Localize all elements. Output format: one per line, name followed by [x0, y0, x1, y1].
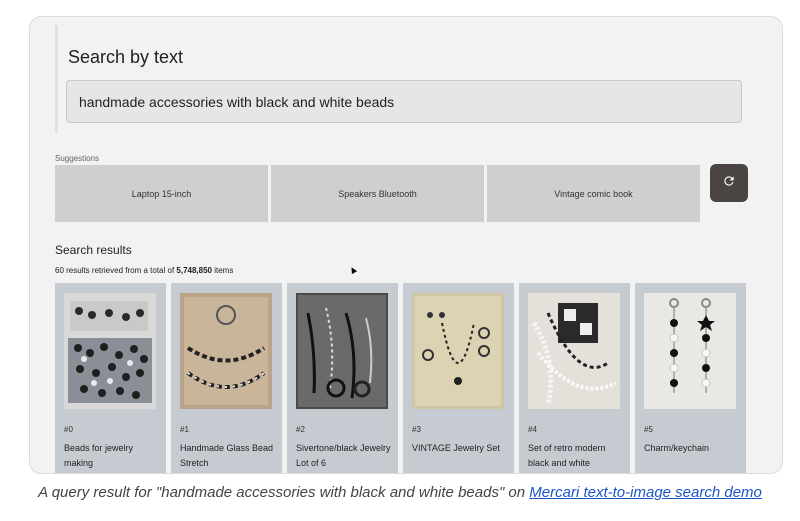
- result-card[interactable]: #0 Beads for jewelry making: [55, 283, 166, 473]
- result-title: Sivertone/black Jewelry Lot of 6: [296, 443, 391, 468]
- result-title: VINTAGE Jewelry Set: [412, 443, 500, 453]
- product-image: [412, 293, 504, 409]
- demo-frame: Search by text handmade accessories with…: [29, 16, 783, 474]
- demo-link[interactable]: Mercari text-to-image search demo: [529, 484, 762, 501]
- result-rank: #5: [644, 425, 653, 434]
- refresh-icon: [722, 174, 736, 193]
- product-image: [64, 293, 156, 409]
- figure-caption: A query result for "handmade accessories…: [0, 482, 800, 504]
- suggestion-button-speakers[interactable]: Speakers Bluetooth: [271, 165, 484, 222]
- results-count: 60 results retrieved from a total of 5,7…: [55, 266, 234, 275]
- mouse-cursor-icon: [348, 265, 358, 275]
- result-card[interactable]: #3 VINTAGE Jewelry Set: [403, 283, 514, 473]
- result-card[interactable]: #5 Charm/keychain: [635, 283, 746, 473]
- product-image: [644, 293, 736, 409]
- refresh-suggestions-button[interactable]: [710, 164, 748, 202]
- product-image: [180, 293, 272, 409]
- suggestions-label: Suggestions: [55, 154, 100, 163]
- result-rank: #2: [296, 425, 305, 434]
- result-rank: #3: [412, 425, 421, 434]
- result-rank: #0: [64, 425, 73, 434]
- product-image: [528, 293, 620, 409]
- result-rank: #4: [528, 425, 537, 434]
- suggestion-button-laptop[interactable]: Laptop 15-inch: [55, 165, 268, 222]
- results-title: Search results: [55, 243, 132, 257]
- search-panel: Search by text handmade accessories with…: [55, 25, 760, 133]
- result-title: Charm/keychain: [644, 443, 710, 453]
- caption-text: A query result for "handmade accessories…: [38, 484, 526, 501]
- suggestion-button-comic[interactable]: Vintage comic book: [487, 165, 700, 222]
- product-image: [296, 293, 388, 409]
- result-title: Handmade Glass Bead Stretch: [180, 443, 274, 468]
- search-input[interactable]: handmade accessories with black and whit…: [66, 80, 742, 123]
- result-card[interactable]: #1 Handmade Glass Bead Stretch: [171, 283, 282, 473]
- result-card[interactable]: #2 Sivertone/black Jewelry Lot of 6: [287, 283, 398, 473]
- search-title: Search by text: [68, 47, 184, 67]
- result-card[interactable]: #4 Set of retro modern black and white: [519, 283, 630, 473]
- result-rank: #1: [180, 425, 189, 434]
- result-title: Set of retro modern black and white: [528, 443, 606, 468]
- result-title: Beads for jewelry making: [64, 443, 134, 468]
